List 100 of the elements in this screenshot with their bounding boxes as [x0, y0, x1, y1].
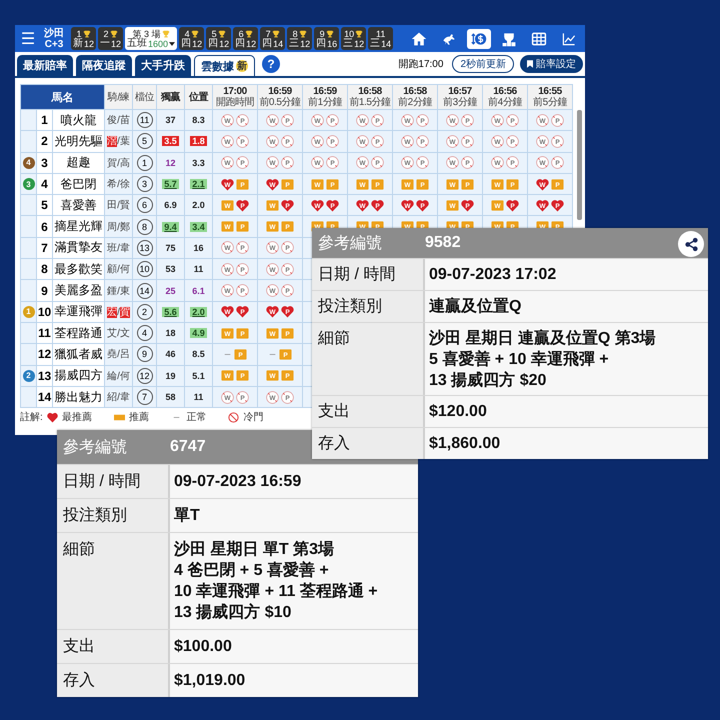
- field-value: 沙田 星期日 連贏及位置Q 第3場 5 喜愛善 + 10 幸運飛彈 + 13 揚威四方 $20: [425, 323, 708, 395]
- table-cell: 獵狐者威: [52, 344, 105, 366]
- tab[interactable]: 大手升跌: [135, 55, 191, 76]
- podium-icon: [501, 30, 517, 46]
- medal-badge: 3: [22, 178, 34, 190]
- draw-number: 13: [136, 240, 153, 256]
- refresh-button[interactable]: 2秒前更新: [452, 55, 514, 73]
- legend-label: 冷門: [243, 411, 264, 424]
- odds-value: 5.7: [162, 179, 179, 190]
- medal-badge: 4: [22, 156, 34, 169]
- table-cell: 揚威四方: [52, 365, 105, 386]
- grid-icon: [531, 30, 547, 46]
- column-header: 16:58 前2分鐘: [392, 84, 438, 110]
- medal-badge: 2: [22, 370, 34, 382]
- table-cell: 喜愛善: [52, 194, 105, 216]
- column-header: 騎/練: [104, 84, 133, 110]
- odds-value: 25: [164, 286, 177, 296]
- tab[interactable]: 雲數據 新: [194, 55, 255, 76]
- reference-number: 6747: [170, 438, 206, 456]
- table-cell: 最多歡笑: [52, 258, 105, 280]
- tab[interactable]: 最新賠率: [17, 55, 73, 76]
- start-time: 開跑17:00: [398, 58, 444, 71]
- odds-value: 53: [164, 264, 177, 274]
- column-header: 16:59 前1分鐘: [302, 84, 348, 110]
- odds-value: 37: [164, 115, 177, 126]
- share-icon: [684, 236, 698, 252]
- venue-name: 沙田: [44, 28, 64, 38]
- table-cell: 班/韋: [104, 237, 133, 259]
- column-header: 馬名: [20, 84, 105, 110]
- dash-mark: –: [270, 348, 276, 360]
- race-tab[interactable]: 10 三 12: [341, 27, 366, 50]
- table-cell: 希/徐: [104, 173, 133, 195]
- odds-value: 8.3: [191, 115, 206, 126]
- race-tab[interactable]: 11 三 14: [368, 27, 394, 50]
- table-cell: 荃程路通: [52, 322, 105, 344]
- legend-label: 推薦: [128, 410, 149, 424]
- race-tab[interactable]: 2 一 12: [98, 27, 124, 50]
- race-tab[interactable]: 8 三 12: [287, 27, 312, 50]
- reference-number: 9582: [425, 234, 461, 252]
- field-label: 存入: [312, 428, 425, 459]
- odds-value: 3.3: [191, 158, 206, 168]
- field-label: 投注類別: [57, 499, 170, 532]
- odds-value: 3.5: [162, 136, 179, 146]
- odds-value: 11: [192, 392, 204, 402]
- table-cell: 艾/文: [104, 322, 133, 344]
- race-tab[interactable]: 5 四 12: [206, 27, 232, 50]
- draw-number: 5: [136, 133, 153, 150]
- odds-value: 3.4: [190, 222, 207, 232]
- race-tab[interactable]: 9 四 16: [314, 27, 340, 50]
- help-button[interactable]: ?: [262, 55, 280, 73]
- column-header: 16:57 前3分鐘: [438, 84, 483, 110]
- table-cell: 摘星光輝: [52, 216, 105, 238]
- table-cell: 俊/苗: [104, 110, 133, 131]
- table-cell: 綸/何: [104, 365, 133, 386]
- table-cell: 幸運飛彈: [52, 301, 105, 322]
- column-header: 16:56 前4分鐘: [482, 84, 528, 110]
- field-label: 支出: [57, 630, 170, 663]
- field-value: $120.00: [425, 396, 708, 427]
- odds-value: 18: [164, 328, 177, 338]
- field-label: 日期 / 時間: [57, 465, 170, 498]
- draw-number: 14: [136, 282, 153, 299]
- draw-number: 10: [136, 261, 153, 278]
- draw-number: 3: [136, 176, 153, 192]
- odds-value: 16: [192, 242, 205, 253]
- chart-icon: [561, 30, 577, 46]
- share-button[interactable]: [678, 231, 704, 257]
- draw-number: 9: [136, 346, 153, 362]
- column-header: 16:59 前0.5分鐘: [258, 84, 303, 110]
- odds-value: 58: [164, 392, 177, 402]
- race-tab[interactable]: 7 四 14: [260, 27, 286, 50]
- draw-number: 11: [136, 112, 153, 128]
- race-tab[interactable]: 4 四 12: [179, 27, 204, 50]
- draw-number: 8: [136, 218, 153, 235]
- tab[interactable]: 隔夜追蹤: [76, 55, 132, 76]
- odds-settings-button[interactable]: 賠率設定: [520, 55, 583, 73]
- scrollbar[interactable]: [577, 110, 582, 220]
- column-header: 16:58 前1.5分鐘: [348, 84, 393, 110]
- race-tab[interactable]: 1 新 12: [71, 27, 96, 50]
- table-cell: 超趣: [52, 152, 105, 174]
- odds-value: 6.9: [163, 200, 178, 210]
- race-tab[interactable]: 6 四 12: [233, 27, 258, 50]
- field-label: 存入: [57, 664, 170, 697]
- table-cell: 美麗多盈: [52, 280, 105, 302]
- field-label: 支出: [312, 396, 425, 427]
- toolbar-button[interactable]: [467, 28, 491, 48]
- field-label: 細節: [312, 323, 425, 395]
- table-cell: 顧/何: [104, 258, 133, 280]
- table-cell: 田/賢: [104, 194, 133, 216]
- odds-value: 12: [164, 158, 177, 168]
- field-value: $1,860.00: [425, 428, 708, 459]
- column-header: 獨贏: [156, 84, 185, 110]
- race-tab[interactable]: 第 3 場 五班1600: [125, 27, 178, 50]
- medal-badge: 1: [22, 306, 34, 318]
- bookmark-icon: [527, 60, 533, 68]
- odds-value: 2.0: [191, 200, 206, 210]
- track-name: C+3: [44, 38, 64, 50]
- caret-icon: [169, 42, 176, 46]
- menu-button[interactable]: ☰: [19, 28, 37, 48]
- column-header: 檔位: [132, 84, 157, 110]
- table-cell: 勝出魅力: [52, 386, 105, 408]
